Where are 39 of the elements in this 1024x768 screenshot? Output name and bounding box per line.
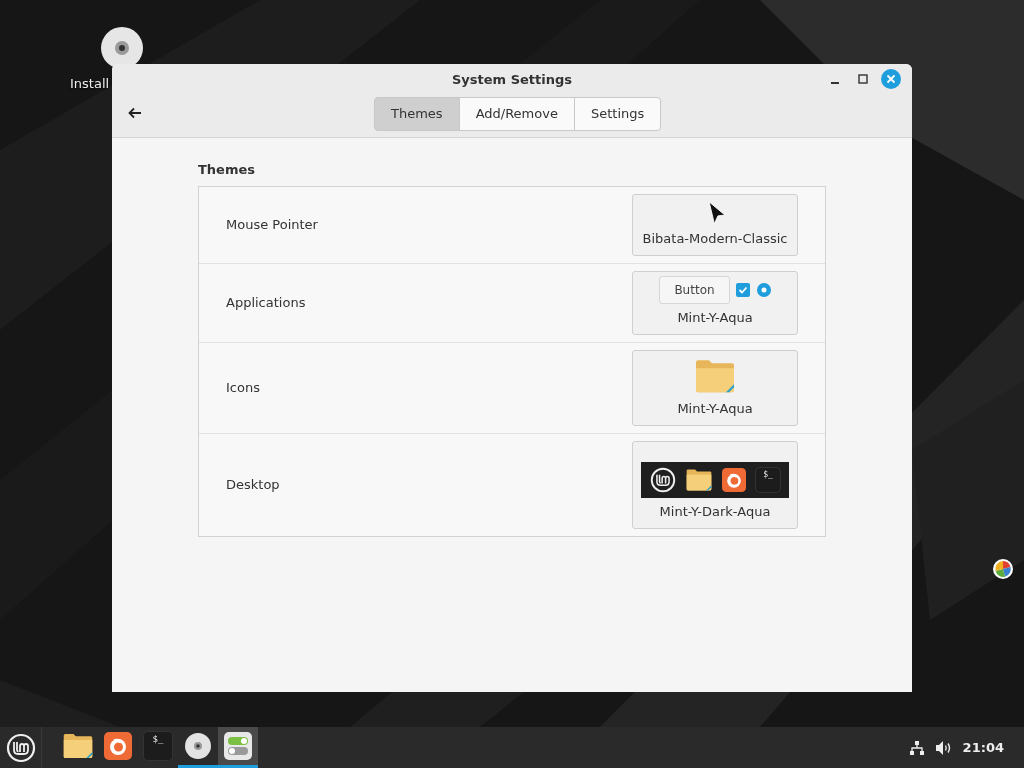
pie-chart-icon[interactable] — [992, 558, 1014, 580]
checkbox-icon — [736, 283, 751, 298]
network-icon[interactable] — [908, 739, 925, 756]
sample-button: Button — [659, 276, 730, 305]
browser-icon — [722, 468, 746, 493]
folder-icon — [63, 731, 93, 761]
pointer-icon — [706, 200, 728, 226]
setting-label: Mouse Pointer — [226, 215, 318, 234]
taskbar-launcher[interactable] — [218, 727, 258, 768]
toggle-switches-icon — [224, 732, 252, 760]
maximize-icon — [858, 74, 868, 84]
terminal-icon: $_ — [756, 468, 780, 493]
setting-label: Applications — [226, 293, 306, 312]
setting-label: Desktop — [226, 475, 280, 494]
disc-icon[interactable] — [100, 26, 144, 70]
theme-chooser-button[interactable]: Mint-Y-Aqua — [632, 349, 798, 426]
browser-icon — [104, 732, 132, 760]
back-arrow-icon — [128, 107, 142, 119]
tab[interactable]: Themes — [374, 97, 460, 131]
radio-icon — [756, 283, 771, 298]
desktop-icon-label[interactable]: Install — [70, 74, 110, 94]
close-button[interactable] — [880, 68, 902, 90]
section-title: Themes — [198, 162, 257, 178]
taskbar-launcher[interactable]: $_ — [138, 727, 178, 768]
theme-chooser-button[interactable]: $_ Mint-Y-Dark-Aqua — [632, 440, 798, 529]
mint-logo-icon — [650, 467, 676, 494]
close-icon — [881, 69, 901, 89]
volume-icon[interactable] — [934, 739, 953, 756]
minimize-icon — [831, 82, 839, 84]
tab[interactable]: Add/Remove — [458, 97, 575, 131]
tab[interactable]: Settings — [573, 97, 662, 131]
disc-icon — [184, 732, 212, 760]
terminal-icon: $_ — [144, 732, 172, 760]
mint-logo-icon — [5, 732, 36, 763]
theme-chooser-button[interactable]: Button Mint-Y-Aqua — [632, 270, 798, 335]
setting-label: Icons — [226, 378, 260, 397]
window-title: System Settings — [451, 71, 572, 89]
theme-chooser-button[interactable]: Bibata-Modern-Classic — [632, 193, 798, 256]
clock[interactable]: 21:04 — [962, 737, 1004, 758]
